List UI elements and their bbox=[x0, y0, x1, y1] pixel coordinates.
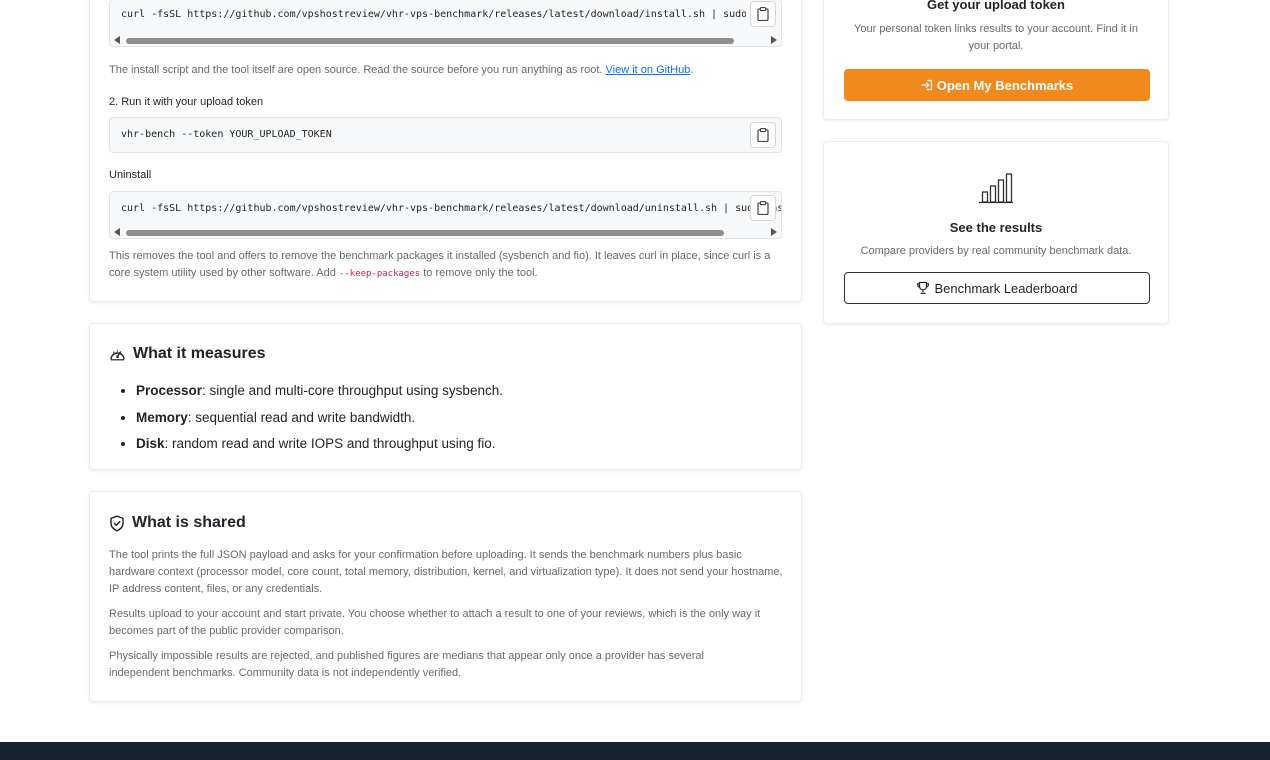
scroll-left-arrow-icon[interactable] bbox=[114, 36, 120, 44]
shared-heading: What is shared bbox=[109, 514, 246, 532]
copy-run-button[interactable] bbox=[750, 122, 776, 148]
measures-heading: What it measures bbox=[109, 345, 265, 363]
list-item: Disk: random read and write IOPS and thr… bbox=[136, 431, 503, 458]
install-card: curl -fsSL https://github.com/vpshostrev… bbox=[89, 0, 802, 302]
shared-card: What is shared The tool prints the full … bbox=[89, 491, 802, 702]
shared-paragraph-1: The tool prints the full JSON payload an… bbox=[109, 549, 783, 595]
clipboard-icon bbox=[757, 201, 769, 215]
install-code-block: curl -fsSL https://github.com/vpshostrev… bbox=[109, 0, 782, 47]
uninstall-code-block: curl -fsSL https://github.com/vpshostrev… bbox=[109, 191, 782, 239]
results-card: See the results Compare providers by rea… bbox=[823, 141, 1169, 324]
bar-chart-icon bbox=[979, 173, 1013, 204]
token-card-title: Get your upload token bbox=[927, 0, 1065, 12]
shared-paragraph-3: Physically impossible results are reject… bbox=[109, 650, 704, 679]
uninstall-label: Uninstall bbox=[109, 169, 152, 181]
token-card-desc: Your personal token links results to you… bbox=[854, 23, 1138, 52]
open-my-benchmarks-button[interactable]: Open My Benchmarks bbox=[844, 69, 1150, 101]
keep-packages-flag: --keep-packages bbox=[338, 269, 421, 279]
uninstall-command[interactable]: curl -fsSL https://github.com/vpshostrev… bbox=[121, 203, 781, 214]
scroll-thumb[interactable] bbox=[126, 230, 724, 236]
uninstall-scrollbar[interactable] bbox=[112, 227, 779, 237]
clipboard-icon bbox=[757, 128, 769, 142]
speedometer-icon bbox=[110, 349, 125, 360]
box-arrow-in-icon bbox=[921, 79, 932, 91]
uninstall-note: This removes the tool and offers to remo… bbox=[109, 250, 771, 279]
trophy-icon bbox=[917, 281, 930, 294]
measures-list: Processor: single and multi-core through… bbox=[136, 378, 503, 458]
shield-check-icon bbox=[110, 515, 124, 531]
install-scrollbar[interactable] bbox=[112, 35, 779, 45]
run-code-block: vhr-bench --token YOUR_UPLOAD_TOKEN bbox=[109, 117, 782, 153]
shared-paragraph-2: Results upload to your account and start… bbox=[109, 608, 761, 637]
page-footer bbox=[0, 742, 1270, 760]
list-item: Processor: single and multi-core through… bbox=[136, 378, 503, 405]
results-chart-icon-wrap bbox=[978, 172, 1014, 209]
scroll-right-arrow-icon[interactable] bbox=[771, 36, 777, 44]
results-card-title: See the results bbox=[949, 220, 1043, 235]
scroll-thumb[interactable] bbox=[126, 38, 734, 44]
step-2-label: 2. Run it with your upload token bbox=[109, 96, 264, 108]
install-note: The install script and the tool itself a… bbox=[109, 64, 694, 76]
measures-card: What it measures Processor: single and m… bbox=[89, 323, 802, 470]
clipboard-icon bbox=[757, 7, 769, 21]
benchmark-leaderboard-button[interactable]: Benchmark Leaderboard bbox=[844, 272, 1150, 304]
results-card-desc: Compare providers by real community benc… bbox=[860, 245, 1132, 257]
view-on-github-link[interactable]: View it on GitHub bbox=[606, 64, 691, 76]
copy-install-button[interactable] bbox=[750, 1, 776, 27]
token-card: Get your upload token Your personal toke… bbox=[823, 0, 1169, 120]
run-command[interactable]: vhr-bench --token YOUR_UPLOAD_TOKEN bbox=[121, 129, 741, 140]
install-command[interactable]: curl -fsSL https://github.com/vpshostrev… bbox=[121, 9, 746, 20]
copy-uninstall-button[interactable] bbox=[750, 195, 776, 221]
list-item: Memory: sequential read and write bandwi… bbox=[136, 405, 503, 432]
scroll-right-arrow-icon[interactable] bbox=[771, 228, 777, 236]
scroll-left-arrow-icon[interactable] bbox=[114, 228, 120, 236]
